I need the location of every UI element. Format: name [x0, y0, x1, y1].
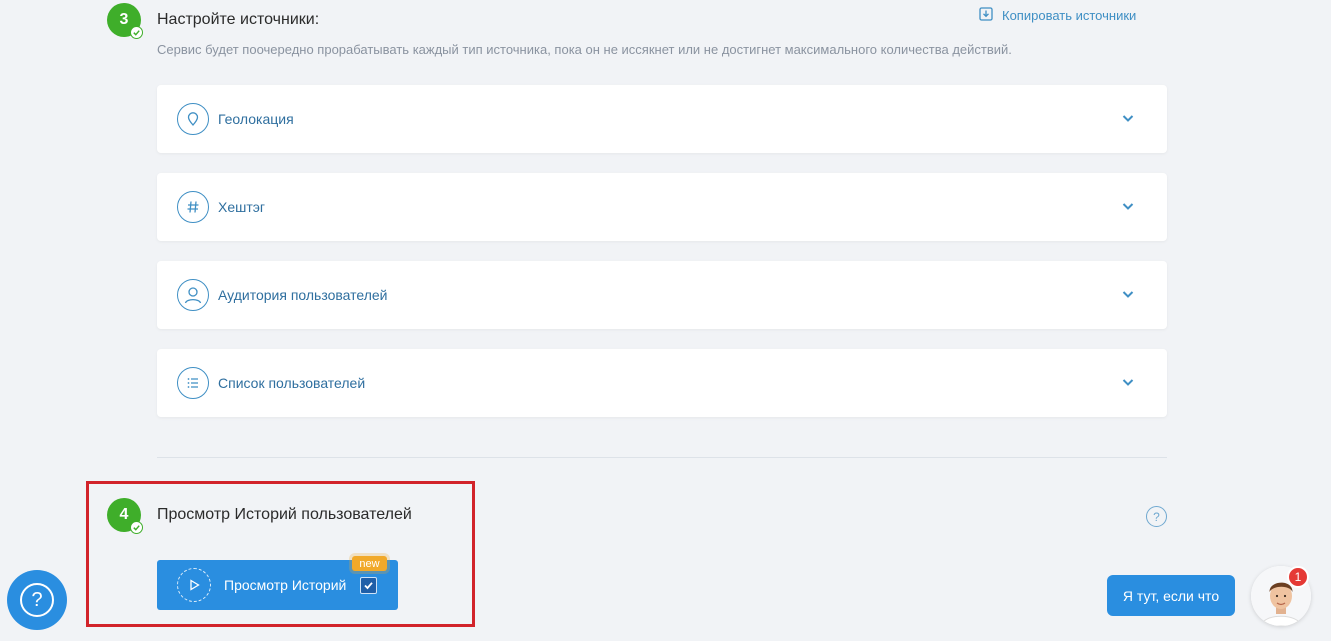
step-4-badge: 4	[107, 498, 143, 534]
copy-sources-label: Копировать источники	[1002, 8, 1137, 23]
source-label-hashtag: Хештэг	[218, 199, 266, 215]
help-icon[interactable]: ?	[1146, 506, 1167, 527]
help-float-button[interactable]: ?	[7, 570, 67, 630]
copy-sources-link[interactable]: Копировать источники	[978, 6, 1136, 25]
source-card-geolocation[interactable]: Геолокация	[157, 85, 1167, 153]
step-3-number: 3	[119, 11, 129, 28]
notification-badge: 1	[1287, 566, 1309, 588]
step-3-description: Сервис будет поочередно прорабатывать ка…	[157, 42, 1012, 57]
view-stories-checkbox[interactable]	[360, 576, 378, 594]
step-4-title: Просмотр Историй пользователей	[157, 506, 412, 523]
chevron-down-icon[interactable]	[1121, 375, 1135, 394]
new-badge: new	[352, 556, 387, 571]
source-card-hashtag[interactable]: Хештэг	[157, 173, 1167, 241]
source-label-geolocation: Геолокация	[218, 111, 294, 127]
user-audience-icon	[177, 279, 209, 311]
source-label-audience: Аудитория пользователей	[218, 287, 388, 303]
step-3-badge: 3	[107, 3, 143, 39]
chat-button[interactable]: Я тут, если что	[1107, 575, 1235, 616]
step-4-number: 4	[119, 506, 129, 523]
chevron-down-icon[interactable]	[1121, 199, 1135, 218]
chevron-down-icon[interactable]	[1121, 111, 1135, 130]
source-card-audience[interactable]: Аудитория пользователей	[157, 261, 1167, 329]
list-icon	[177, 367, 209, 399]
download-icon	[978, 6, 994, 25]
question-icon: ?	[20, 583, 54, 617]
chevron-down-icon[interactable]	[1121, 287, 1135, 306]
play-icon	[177, 568, 211, 602]
view-stories-label: Просмотр Историй	[224, 577, 347, 593]
hashtag-icon	[177, 191, 209, 223]
page: 3 Настройте источники: Сервис будет пооч…	[0, 0, 1331, 641]
check-icon	[130, 26, 143, 39]
check-icon	[130, 521, 143, 534]
section-divider	[157, 457, 1167, 458]
source-label-user-list: Список пользователей	[218, 375, 366, 391]
location-pin-icon	[177, 103, 209, 135]
step-3-title: Настройте источники:	[157, 11, 320, 28]
source-card-user-list[interactable]: Список пользователей	[157, 349, 1167, 417]
